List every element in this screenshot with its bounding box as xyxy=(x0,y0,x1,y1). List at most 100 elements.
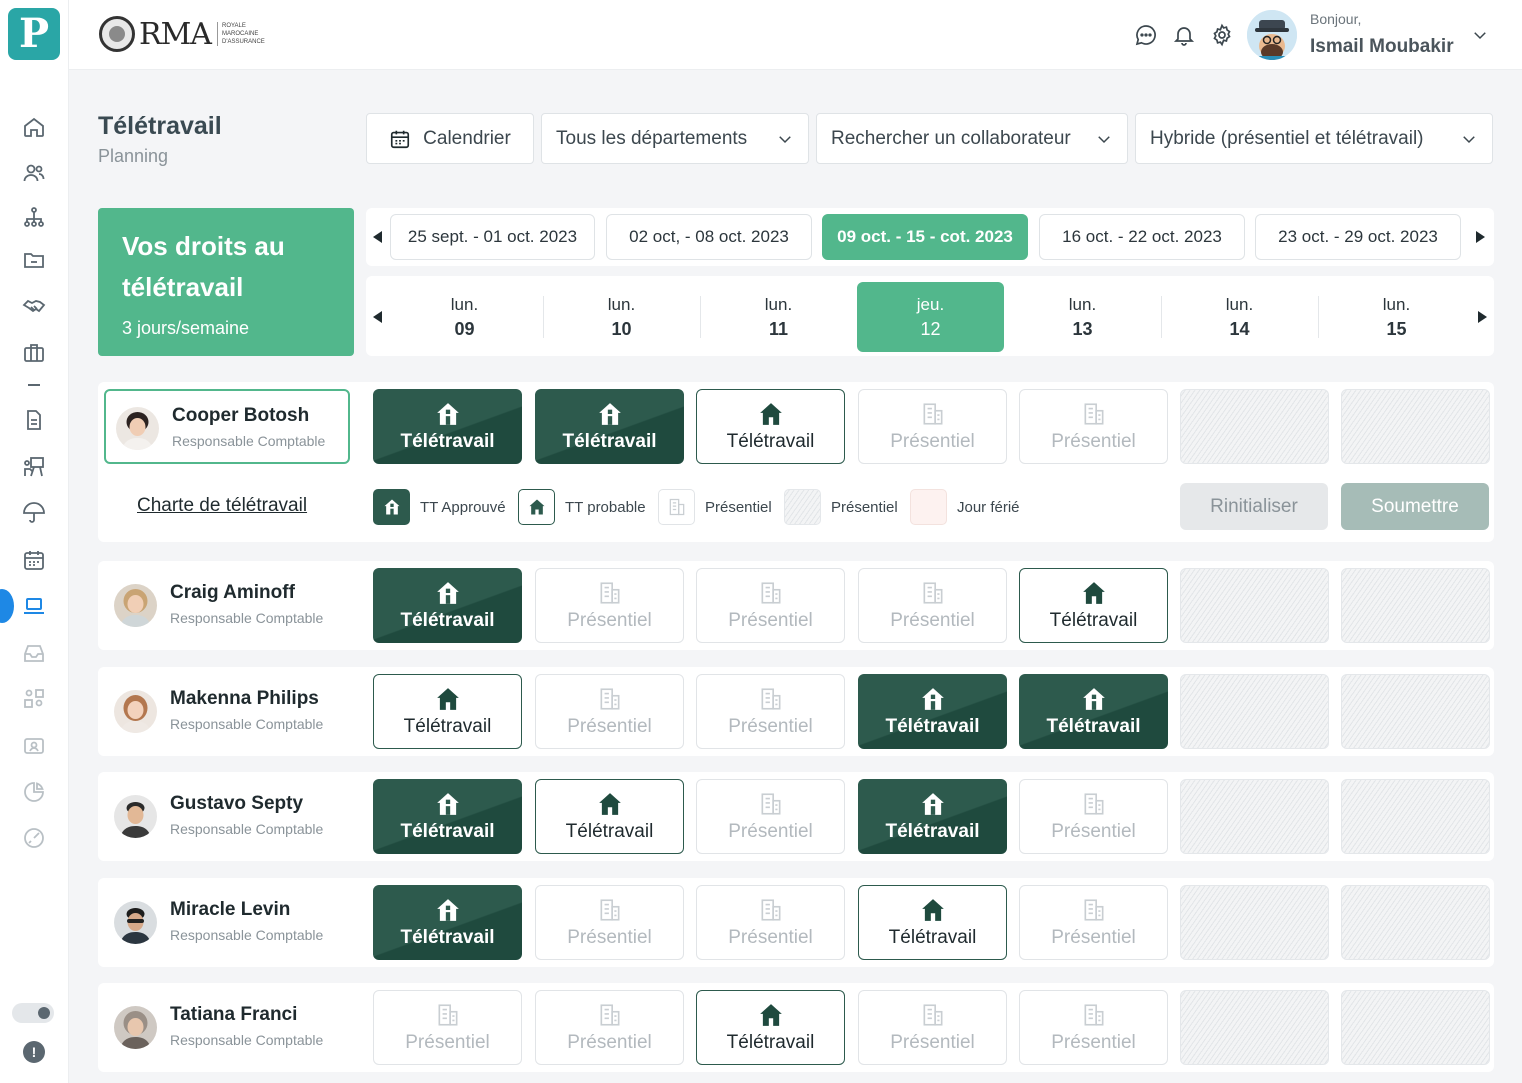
schedule-cell-approved[interactable]: Télétravail xyxy=(535,389,684,464)
inbox-icon[interactable] xyxy=(16,635,52,671)
schedule-cell-unavailable[interactable] xyxy=(1341,389,1490,464)
bell-icon[interactable] xyxy=(1171,22,1197,48)
day-cell[interactable]: lun. 09 xyxy=(391,282,538,352)
schedule-cell-probable[interactable]: Télétravail xyxy=(373,674,522,749)
schedule-cell-presentiel[interactable]: Présentiel xyxy=(858,568,1007,643)
info-icon[interactable]: ! xyxy=(23,1041,45,1063)
theme-toggle[interactable] xyxy=(12,1003,54,1023)
folder-icon[interactable] xyxy=(16,242,52,278)
schedule-cell-presentiel[interactable]: Présentiel xyxy=(858,389,1007,464)
schedule-cell-probable[interactable]: Télétravail xyxy=(858,885,1007,960)
id-card-icon[interactable] xyxy=(16,728,52,764)
schedule-cell-presentiel[interactable]: Présentiel xyxy=(535,674,684,749)
schedule-cell-approved[interactable]: Télétravail xyxy=(373,389,522,464)
schedule-cell-unavailable[interactable] xyxy=(1180,990,1329,1065)
schedule-cell-unavailable[interactable] xyxy=(1341,885,1490,960)
schedule-cell-approved[interactable]: Télétravail xyxy=(1019,674,1168,749)
users-icon[interactable] xyxy=(16,155,52,191)
employee-card[interactable]: Makenna Philips Responsable Comptable xyxy=(104,674,350,749)
schedule-cell-probable[interactable]: Télétravail xyxy=(1019,568,1168,643)
week-pill[interactable]: 23 oct. - 29 oct. 2023 xyxy=(1255,214,1461,260)
app-logo[interactable]: P xyxy=(8,8,60,60)
week-pill[interactable]: 25 sept. - 01 oct. 2023 xyxy=(390,214,595,260)
week-pill[interactable]: 16 oct. - 22 oct. 2023 xyxy=(1039,214,1245,260)
org-chart-icon[interactable] xyxy=(16,199,52,235)
schedule-cell-presentiel[interactable]: Présentiel xyxy=(1019,990,1168,1065)
home-icon[interactable] xyxy=(16,109,52,145)
schedule-cell-presentiel[interactable]: Présentiel xyxy=(858,990,1007,1065)
schedule-cell-unavailable[interactable] xyxy=(1341,568,1490,643)
submit-button[interactable]: Soumettre xyxy=(1341,483,1489,530)
schedule-cell-approved[interactable]: Télétravail xyxy=(373,779,522,854)
schedule-cell-unavailable[interactable] xyxy=(1341,674,1490,749)
day-cell[interactable]: lun. 10 xyxy=(548,282,695,352)
schedule-cell-presentiel[interactable]: Présentiel xyxy=(535,568,684,643)
schedule-cell-presentiel[interactable]: Présentiel xyxy=(535,885,684,960)
schedule-cell-unavailable[interactable] xyxy=(1180,568,1329,643)
day-cell[interactable]: lun. 11 xyxy=(705,282,852,352)
chevron-down-icon[interactable] xyxy=(1471,26,1489,44)
schedule-cell-presentiel[interactable]: Présentiel xyxy=(535,990,684,1065)
calendar-icon[interactable] xyxy=(16,542,52,578)
department-select[interactable]: Tous les départements xyxy=(541,113,809,164)
schedule-cell-probable[interactable]: Télétravail xyxy=(696,990,845,1065)
schedule-cell-approved[interactable]: Télétravail xyxy=(373,568,522,643)
schedule-cell-unavailable[interactable] xyxy=(1180,389,1329,464)
schedule-cell-probable[interactable]: Télétravail xyxy=(535,779,684,854)
week-pill-active[interactable]: 09 oct. - 15 - cot. 2023 xyxy=(822,214,1028,260)
schedule-cell-presentiel[interactable]: Présentiel xyxy=(696,568,845,643)
employee-card[interactable]: Craig Aminoff Responsable Comptable xyxy=(104,568,350,643)
prev-week-arrow-icon[interactable] xyxy=(373,231,382,243)
presentation-icon[interactable] xyxy=(16,449,52,485)
collaborator-search-select[interactable]: Rechercher un collaborateur xyxy=(816,113,1128,164)
employee-name: Miracle Levin xyxy=(170,899,291,920)
house-check-icon xyxy=(436,402,459,425)
briefcase-icon[interactable] xyxy=(16,335,52,371)
day-cell-active[interactable]: jeu. 12 xyxy=(857,282,1004,352)
schedule-cell-presentiel[interactable]: Présentiel xyxy=(696,779,845,854)
pie-chart-icon[interactable] xyxy=(16,774,52,810)
settings-gear-icon[interactable] xyxy=(1209,22,1235,48)
day-cell[interactable]: lun. 13 xyxy=(1009,282,1156,352)
day-cell[interactable]: lun. 14 xyxy=(1166,282,1313,352)
speedometer-icon[interactable] xyxy=(16,820,52,856)
schedule-cell-approved[interactable]: Télétravail xyxy=(373,885,522,960)
employee-card-selected[interactable]: Cooper Botosh Responsable Comptable xyxy=(104,389,350,464)
telework-charter-link[interactable]: Charte de télétravail xyxy=(137,495,307,517)
umbrella-icon[interactable] xyxy=(16,495,52,531)
day-cell[interactable]: lun. 15 xyxy=(1323,282,1470,352)
schedule-cell-presentiel[interactable]: Présentiel xyxy=(696,885,845,960)
schedule-cell-unavailable[interactable] xyxy=(1341,779,1490,854)
schedule-cell-presentiel[interactable]: Présentiel xyxy=(373,990,522,1065)
reset-button[interactable]: Rinitialiser xyxy=(1180,483,1328,530)
schedule-cell-presentiel[interactable]: Présentiel xyxy=(1019,779,1168,854)
schedule-cell-probable[interactable]: Télétravail xyxy=(696,389,845,464)
week-pill[interactable]: 02 oct, - 08 oct. 2023 xyxy=(606,214,812,260)
handshake-icon[interactable] xyxy=(16,288,52,324)
next-day-arrow-icon[interactable] xyxy=(1478,311,1487,323)
calendar-button[interactable]: Calendrier xyxy=(366,113,534,164)
brand-logo[interactable]: RMA ROYALE MAROCAINE D'ASSURANCE xyxy=(99,14,279,54)
user-avatar[interactable] xyxy=(1247,10,1297,60)
chat-icon[interactable] xyxy=(1133,22,1159,48)
prev-day-arrow-icon[interactable] xyxy=(373,311,382,323)
schedule-cell-presentiel[interactable]: Présentiel xyxy=(696,674,845,749)
schedule-cell-unavailable[interactable] xyxy=(1180,885,1329,960)
user-name[interactable]: Ismail Moubakir xyxy=(1310,36,1454,58)
house-check-icon xyxy=(598,402,621,425)
work-mode-select[interactable]: Hybride (présentiel et télétravail) xyxy=(1135,113,1493,164)
schedule-cell-unavailable[interactable] xyxy=(1180,779,1329,854)
schedule-cell-unavailable[interactable] xyxy=(1341,990,1490,1065)
schedule-cell-approved[interactable]: Télétravail xyxy=(858,779,1007,854)
schedule-cell-presentiel[interactable]: Présentiel xyxy=(1019,885,1168,960)
laptop-icon[interactable] xyxy=(16,588,52,624)
schedule-cell-presentiel[interactable]: Présentiel xyxy=(1019,389,1168,464)
employee-card[interactable]: Tatiana Franci Responsable Comptable xyxy=(104,990,350,1065)
next-week-arrow-icon[interactable] xyxy=(1476,231,1485,243)
document-icon[interactable] xyxy=(16,402,52,438)
team-grid-icon[interactable] xyxy=(16,681,52,717)
schedule-cell-unavailable[interactable] xyxy=(1180,674,1329,749)
employee-card[interactable]: Miracle Levin Responsable Comptable xyxy=(104,885,350,960)
employee-card[interactable]: Gustavo Septy Responsable Comptable xyxy=(104,779,350,854)
schedule-cell-approved[interactable]: Télétravail xyxy=(858,674,1007,749)
